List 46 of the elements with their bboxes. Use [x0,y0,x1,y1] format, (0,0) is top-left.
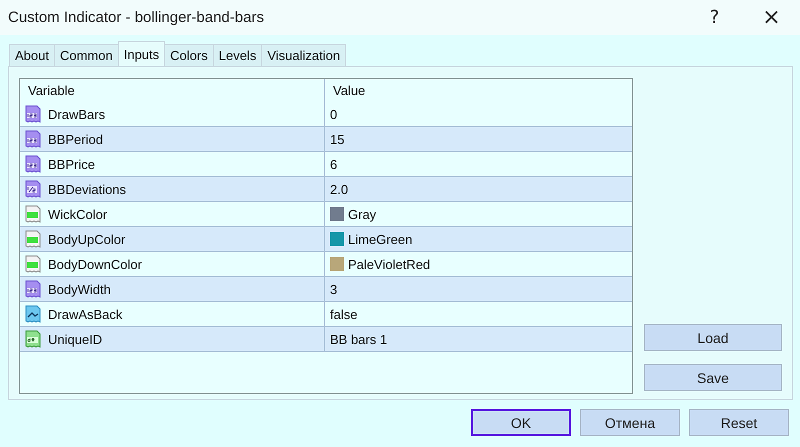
variable-name: BodyWidth [48,282,111,296]
variable-value[interactable]: BB bars 1 [330,332,388,346]
variable-name: BodyDownColor [48,256,142,272]
color-icon [24,255,42,273]
variable-name: UniqueID [48,332,102,346]
variable-name: BBDeviations [48,182,126,196]
variable-value[interactable]: 2.0 [330,182,348,196]
tab[interactable]: Visualization [261,44,346,66]
save-button[interactable]: Save [644,364,782,391]
variable-value[interactable]: Gray [348,206,376,222]
number-icon [24,155,42,173]
help-button[interactable]: ? [686,0,743,35]
variable-name: BBPrice [48,156,95,172]
close-button[interactable]: × [743,0,800,35]
number-icon [24,105,42,123]
variable-name: BBPeriod [48,132,103,146]
variable-value[interactable]: 0 [330,106,338,122]
number-icon [24,130,42,148]
variable-value[interactable]: 15 [330,132,344,146]
tab[interactable]: Common [54,44,119,66]
variable-value[interactable]: LimeGreen [348,232,412,246]
column-header: Value [332,82,366,100]
dialog-button[interactable]: Reset [689,409,789,436]
color-icon [24,205,42,223]
tab[interactable]: Inputs [118,41,166,66]
chart-icon [24,305,42,323]
dialog-button[interactable]: OK [471,409,571,436]
variable-name: BodyUpColor [48,232,126,246]
tab[interactable]: Levels [212,44,262,66]
number-icon [24,280,42,298]
variable-value[interactable]: 3 [330,282,338,296]
column-header: Variable [20,79,325,102]
variable-value[interactable]: PaleVioletRed [348,256,430,272]
variable-name: DrawAsBack [48,306,122,322]
window-title: Custom Indicator - bollinger-band-bars [8,9,265,26]
variable-value[interactable]: false [330,306,358,322]
tab[interactable]: Colors [164,44,214,66]
variable-value[interactable]: 6 [330,156,338,172]
color-icon [24,230,42,248]
dialog-button[interactable]: Отмена [580,409,680,436]
load-button[interactable]: Load [644,324,782,351]
variable-name: DrawBars [48,106,106,122]
text-icon [24,330,42,348]
tab[interactable]: About [9,44,55,66]
variable-name: WickColor [48,206,108,222]
fraction-icon [24,180,42,198]
